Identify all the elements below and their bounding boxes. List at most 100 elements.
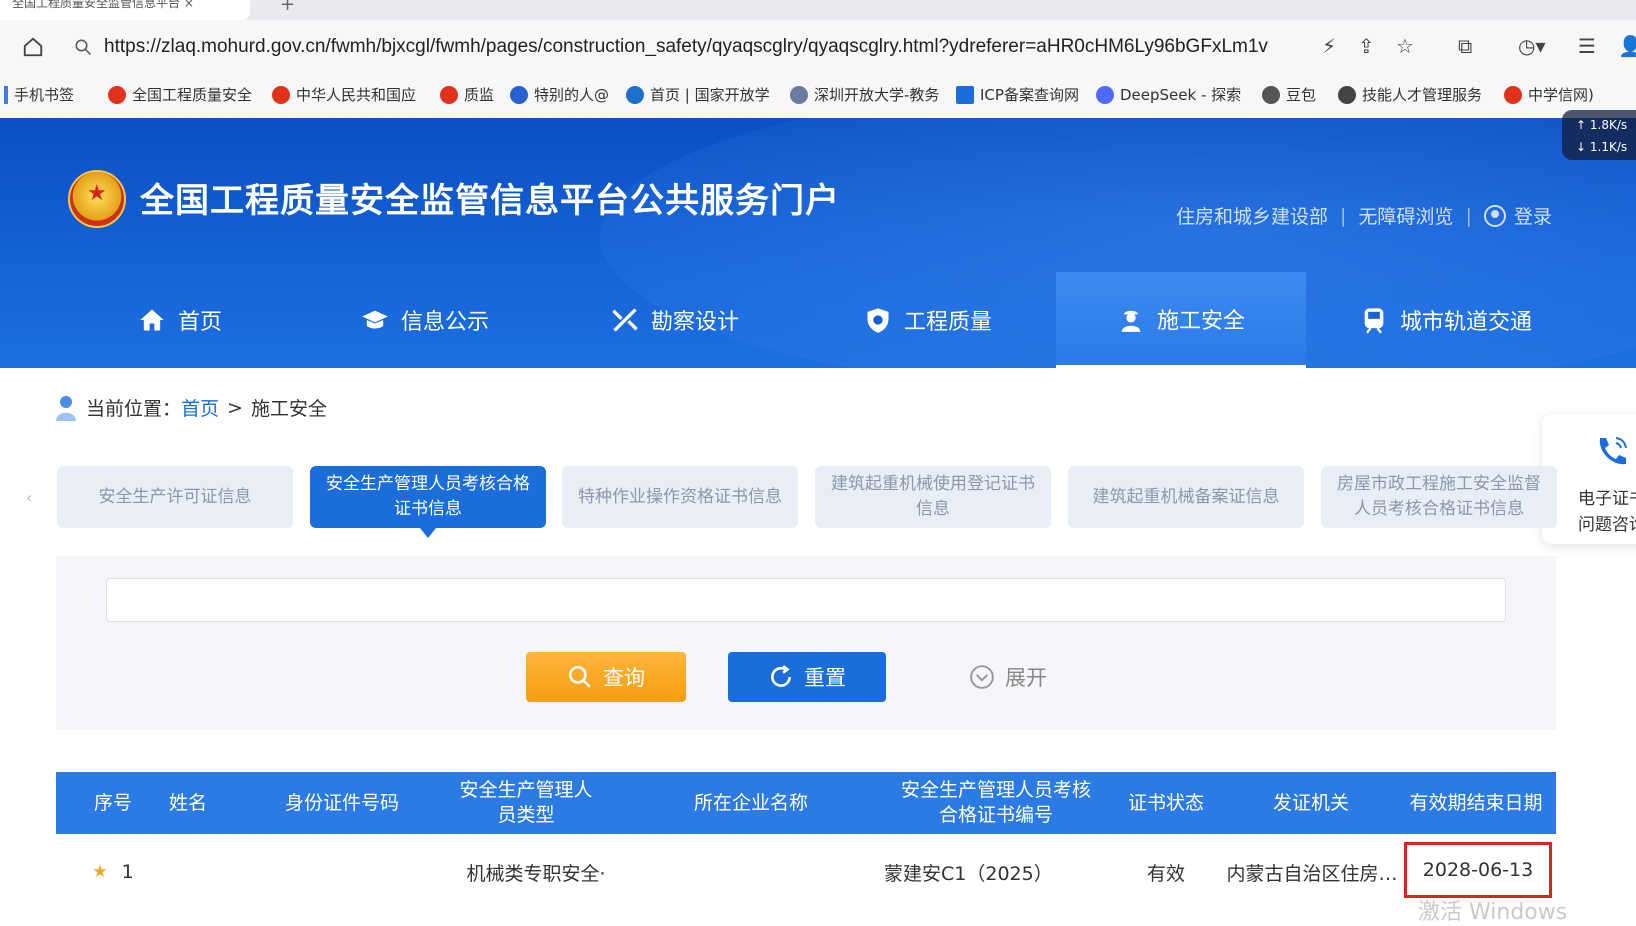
nav-label: 首页 — [177, 310, 222, 335]
login-link[interactable]: 登录 — [1514, 202, 1552, 229]
tab-label: 特种作业操作资格证书信息 — [578, 486, 782, 507]
reset-label: 重置 — [804, 666, 846, 690]
tab-special-operation-cert[interactable]: 特种作业操作资格证书信息 — [562, 466, 798, 528]
bookmark-item[interactable]: 中华人民共和国应 — [272, 84, 416, 105]
bookmark-label: 中华人民共和国应 — [296, 86, 417, 104]
expand-button[interactable]: 展开 — [930, 652, 1086, 702]
url-text[interactable]: https://zlaq.mohurd.gov.cn/fwmh/bjxcgl/f… — [104, 36, 1334, 58]
windows-activation-watermark: 激活 Windows — [1418, 900, 1568, 925]
address-row: https://zlaq.mohurd.gov.cn/fwmh/bjxcgl/f… — [0, 24, 1636, 70]
cell-name — [148, 834, 228, 910]
cell-cert-no: 蒙建安C1（2025） — [884, 862, 1053, 885]
row-index: 1 — [121, 861, 134, 883]
worker-icon — [1121, 310, 1141, 332]
history-icon[interactable]: ◷▾ — [1518, 34, 1546, 58]
col-header-status: 证书状态 — [1127, 791, 1204, 814]
emblem-icon — [108, 85, 126, 104]
bookmark-label: ICP备案查询网 — [980, 86, 1079, 104]
nav-item-metro[interactable]: 城市轨道交通 — [1306, 272, 1586, 368]
emblem-icon — [272, 85, 290, 104]
bookmark-item[interactable]: 特别的人@ — [510, 84, 609, 105]
results-table: 序号 姓名 身份证件号码 安全生产管理人员类型 所在企业名称 安全生产管理人员考… — [56, 772, 1556, 910]
share-icon[interactable]: ⇪ — [1358, 34, 1375, 58]
reset-button[interactable]: 重置 — [728, 652, 886, 702]
doubao-icon — [1262, 85, 1280, 104]
bookmark-label: 豆包 — [1286, 86, 1317, 104]
q-icon — [510, 85, 528, 104]
ministry-link[interactable]: 住房和城乡建设部 — [1176, 202, 1328, 229]
icp-icon — [956, 85, 974, 104]
user-icon[interactable] — [1483, 204, 1506, 227]
bookmark-item[interactable]: DeepSeek - 探索 — [1096, 84, 1241, 105]
bookmark-item[interactable]: ICP备案查询网 — [956, 84, 1079, 105]
bookmark-label: 中学信网) — [1528, 86, 1594, 104]
bookmark-item[interactable]: 质监 — [440, 84, 494, 105]
chevron-down-circle-icon — [970, 665, 994, 689]
bookmark-item[interactable]: 技能人才管理服务 — [1338, 84, 1482, 105]
accessible-browse-link[interactable]: 无障碍浏览 — [1358, 202, 1453, 229]
nav-label: 施工安全 — [1156, 308, 1245, 334]
nav-label: 勘察设计 — [650, 310, 739, 335]
nav-item-safety[interactable]: 施工安全 — [1056, 272, 1306, 368]
chevron-left-icon[interactable]: ‹ — [26, 488, 32, 507]
tab-label: 安全生产许可证信息 — [98, 486, 252, 507]
bookmark-item[interactable]: 中学信网) — [1504, 84, 1594, 105]
home-icon[interactable] — [22, 36, 44, 58]
train-icon — [1364, 308, 1384, 334]
bookmark-label: 手机书签 — [14, 86, 75, 104]
upload-speed: ↑ 1.8K/s — [1576, 118, 1628, 132]
address-bar[interactable]: https://zlaq.mohurd.gov.cn/fwmh/bjxcgl/f… — [64, 28, 1324, 66]
tools-icon — [612, 308, 638, 332]
emblem-icon — [440, 85, 458, 104]
tab-label: 建筑起重机械使用登记证书信息 — [831, 474, 1035, 519]
tab-safety-manager-cert[interactable]: 安全生产管理人员考核合格证书信息 — [310, 466, 546, 538]
star-icon[interactable]: ★ — [92, 862, 107, 882]
link-divider: | — [1340, 204, 1347, 227]
nav-item-info[interactable]: 信息公示 — [300, 272, 550, 368]
mortarboard-icon — [362, 310, 388, 329]
extension-icon[interactable]: ⧉ — [1458, 34, 1472, 58]
col-header-index: 序号 — [93, 791, 132, 814]
browser-chrome: 全国工程质量安全监管信息平台 × + https://zlaq.mohurd.g… — [0, 0, 1636, 118]
bookmark-item[interactable]: 深圳开放大学-教务 — [790, 84, 939, 105]
profile-icon[interactable]: 👤 — [1618, 34, 1636, 58]
bookmark-item[interactable]: 全国工程质量安全 — [108, 84, 252, 105]
new-tab-icon[interactable]: + — [280, 0, 295, 15]
nav-item-quality[interactable]: 工程质量 — [800, 272, 1056, 368]
search-icon — [568, 665, 591, 688]
star-icon[interactable]: ☆ — [1396, 34, 1414, 58]
col-header-company: 所在企业名称 — [693, 791, 808, 814]
search-input[interactable] — [106, 578, 1506, 622]
menu-icon[interactable]: ☰ — [1578, 34, 1596, 58]
table-row[interactable]: ★ 1 机械类专职安全· 蒙建安C1（2025） 有效 内蒙古自治区住房… 202… — [56, 834, 1556, 910]
tab-supervisor-cert[interactable]: 房屋市政工程施工安全监督人员考核合格证书信息 — [1321, 466, 1557, 528]
bookmarks-bar: 手机书签 全国工程质量安全 中华人民共和国应 质监 特别的人@ 首页 | 国家开… — [0, 78, 1636, 110]
bookmark-item[interactable]: 豆包 — [1262, 84, 1316, 105]
tab-crane-filing[interactable]: 建筑起重机械备案证信息 — [1068, 466, 1304, 528]
expand-label: 展开 — [1005, 666, 1047, 690]
nav-label: 信息公示 — [400, 310, 489, 335]
browser-tab[interactable]: 全国工程质量安全监管信息平台 × — [0, 0, 250, 20]
bookmark-item[interactable]: 手机书签 — [4, 84, 74, 105]
breadcrumb: 当前位置： 首页 > 施工安全 — [56, 394, 327, 421]
shield-icon — [867, 308, 889, 333]
cell-end-date: 2028-06-13 — [1404, 842, 1552, 898]
bookmark-label: 深圳开放大学-教务 — [814, 86, 940, 104]
tab-crane-use-registration[interactable]: 建筑起重机械使用登记证书信息 — [815, 466, 1051, 528]
nav-item-home[interactable]: 首页 — [60, 272, 300, 368]
nav-item-survey[interactable]: 勘察设计 — [550, 272, 800, 368]
lightning-icon[interactable]: ⚡ — [1322, 34, 1336, 58]
bookmark-label: 质监 — [464, 86, 495, 104]
table-header: 序号 姓名 身份证件号码 安全生产管理人员类型 所在企业名称 安全生产管理人员考… — [56, 772, 1556, 834]
bookmark-label: 全国工程质量安全 — [132, 86, 253, 104]
query-button[interactable]: 查询 — [526, 652, 686, 702]
breadcrumb-home-link[interactable]: 首页 — [181, 394, 219, 421]
site-title: 全国工程质量安全监管信息平台公共服务门户 — [140, 181, 840, 221]
col-header-manager-type: 安全生产管理人员类型 — [459, 779, 593, 826]
folder-icon — [4, 85, 8, 104]
search-icon — [75, 39, 92, 56]
bookmark-item[interactable]: 首页 | 国家开放学 — [626, 84, 770, 105]
tab-safety-license[interactable]: 安全生产许可证信息 — [57, 466, 293, 528]
col-header-end-date: 有效期结束日期 — [1409, 791, 1543, 814]
header-links: 住房和城乡建设部 | 无障碍浏览 | 登录 — [1176, 202, 1552, 229]
